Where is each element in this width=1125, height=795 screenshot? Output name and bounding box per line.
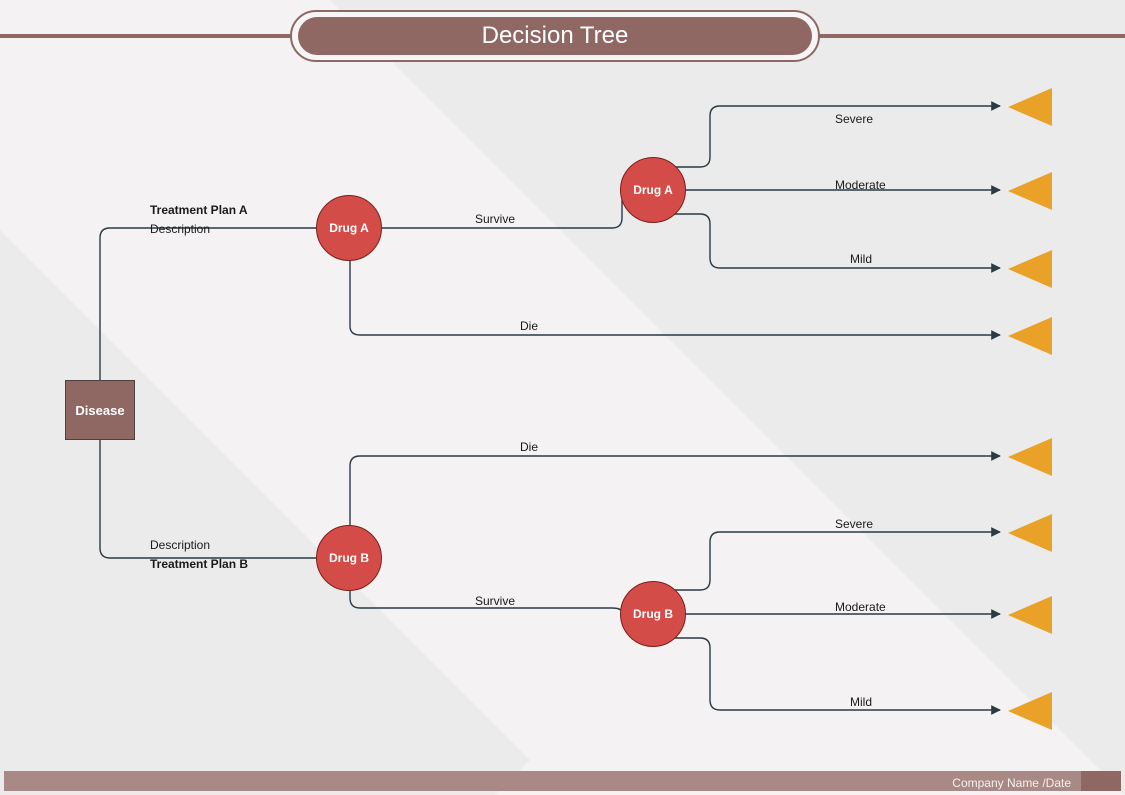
node-drug-a-outcome: Drug A <box>620 157 686 223</box>
label-survive-b: Survive <box>475 594 515 608</box>
terminal-die-b <box>1008 438 1052 476</box>
label-treatment-plan-a: Treatment Plan A <box>150 203 248 217</box>
footer-accent <box>1081 771 1121 791</box>
label-severe-a: Severe <box>835 112 873 126</box>
diagram-canvas: Decision Tree <box>0 0 1125 795</box>
node-drug-b: Drug B <box>316 525 382 591</box>
label-survive-a: Survive <box>475 212 515 226</box>
label-die-b: Die <box>520 440 538 454</box>
label-moderate-a: Moderate <box>835 178 886 192</box>
label-moderate-b: Moderate <box>835 600 886 614</box>
terminal-moderate-a <box>1008 172 1052 210</box>
label-mild-b: Mild <box>850 695 872 709</box>
label-severe-b: Severe <box>835 517 873 531</box>
footer-text: Company Name /Date <box>952 776 1071 790</box>
label-treatment-plan-b: Treatment Plan B <box>150 557 248 571</box>
label-die-a: Die <box>520 319 538 333</box>
label-description-a: Description <box>150 222 210 236</box>
node-drug-a: Drug A <box>316 195 382 261</box>
label-mild-a: Mild <box>850 252 872 266</box>
node-disease: Disease <box>65 380 135 440</box>
terminal-mild-a <box>1008 250 1052 288</box>
terminal-severe-b <box>1008 514 1052 552</box>
terminal-moderate-b <box>1008 596 1052 634</box>
node-drug-b-outcome: Drug B <box>620 581 686 647</box>
page-title: Decision Tree <box>298 17 812 55</box>
label-description-b: Description <box>150 538 210 552</box>
terminal-mild-b <box>1008 692 1052 730</box>
terminal-severe-a <box>1008 88 1052 126</box>
terminal-die-a <box>1008 317 1052 355</box>
